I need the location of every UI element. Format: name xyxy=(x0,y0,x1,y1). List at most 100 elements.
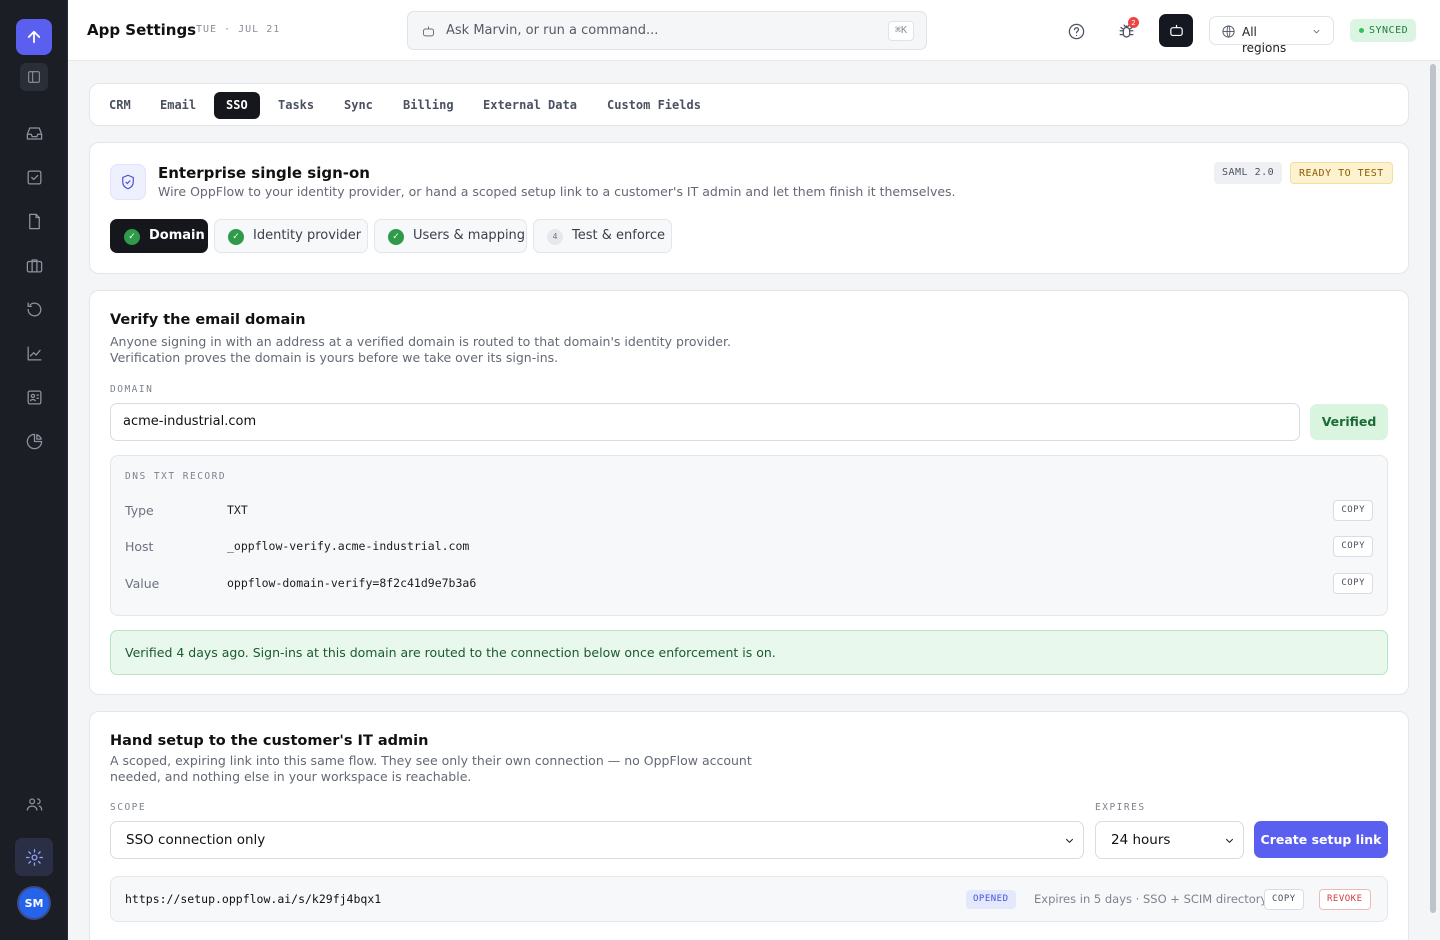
dns-panel-title: DNS TXT RECORD xyxy=(125,471,227,482)
history-icon xyxy=(27,302,41,316)
chevron-down-icon xyxy=(1065,838,1074,843)
robot-icon xyxy=(1169,24,1183,37)
sync-status-badge: SYNCED xyxy=(1350,19,1417,42)
verified-status-button[interactable]: Verified xyxy=(1310,404,1388,440)
sidebar: SM xyxy=(0,0,68,940)
handoff-card: Hand setup to the customer's IT admin A … xyxy=(89,711,1409,940)
sidebar-item-reports[interactable] xyxy=(18,425,50,457)
robot-icon xyxy=(423,26,434,37)
tab-sso[interactable]: SSO xyxy=(214,92,260,119)
sidebar-item-history[interactable] xyxy=(18,293,50,325)
scrollbar[interactable] xyxy=(1430,64,1436,913)
tab-custom-fields[interactable]: Custom Fields xyxy=(595,92,713,119)
search-shortcut: ⌘K xyxy=(887,21,914,41)
copy-value-button[interactable]: COPY xyxy=(1333,573,1373,594)
tab-crm[interactable]: CRM xyxy=(97,92,143,119)
sidebar-item-tasks[interactable] xyxy=(18,161,50,193)
sidebar-panel-icon xyxy=(28,71,40,83)
main-content: CRM Email SSO Tasks Sync Billing Externa… xyxy=(68,61,1440,940)
assistant-button[interactable] xyxy=(1159,14,1193,47)
scope-label: SCOPE xyxy=(110,802,147,813)
scope-value: SSO connection only xyxy=(126,832,266,848)
sidebar-item-companies[interactable] xyxy=(18,249,50,281)
create-setup-link-button[interactable]: Create setup link xyxy=(1254,821,1388,858)
region-label: All regions xyxy=(1242,25,1287,55)
check-icon: ✓ xyxy=(228,229,244,245)
step-label: Identity provider xyxy=(253,228,362,243)
copy-host-button[interactable]: COPY xyxy=(1333,536,1373,557)
step-domain[interactable]: ✓ Domain xyxy=(110,219,208,253)
search-input[interactable]: Ask Marvin, or run a command... ⌘K xyxy=(407,11,927,50)
avatar[interactable]: SM xyxy=(17,886,51,920)
dns-row-value: Value oppflow-domain-verify=8f2c41d9e7b3… xyxy=(125,573,1373,595)
setup-link-url[interactable]: https://setup.oppflow.ai/s/k29fj4bqx1 xyxy=(125,892,381,906)
domain-verification-card: Verify the email domain Anyone signing i… xyxy=(89,290,1409,695)
chevron-down-icon xyxy=(1313,29,1320,34)
link-expiry-details: Expires in 5 days · SSO + SCIM directory xyxy=(1034,892,1268,906)
collapse-sidebar-button[interactable] xyxy=(20,63,48,91)
sidebar-item-contacts[interactable] xyxy=(18,381,50,413)
tab-sync[interactable]: Sync xyxy=(332,92,385,119)
page-title: App Settings xyxy=(87,21,197,39)
step-number: 4 xyxy=(547,229,563,245)
tab-tasks[interactable]: Tasks xyxy=(266,92,326,119)
help-circle-icon xyxy=(1068,23,1084,39)
link-status-badge: OPENED xyxy=(966,890,1016,909)
gear-icon xyxy=(25,848,43,866)
globe-icon xyxy=(1222,25,1235,38)
expires-value: 24 hours xyxy=(1111,832,1171,848)
bug-report-button[interactable]: 2 xyxy=(1110,15,1142,47)
chevron-down-icon xyxy=(1225,838,1234,843)
dns-key: Value xyxy=(125,576,160,591)
tab-external-data[interactable]: External Data xyxy=(471,92,589,119)
sso-overview-card: Enterprise single sign-on Wire OppFlow t… xyxy=(89,142,1409,274)
protocol-badge: SAML 2.0 xyxy=(1214,162,1283,184)
sidebar-item-documents[interactable] xyxy=(18,205,50,237)
sidebar-item-analytics[interactable] xyxy=(18,337,50,369)
copy-link-button[interactable]: COPY xyxy=(1264,889,1304,910)
step-identity-provider[interactable]: ✓ Identity provider xyxy=(214,219,368,253)
dns-key: Host xyxy=(125,539,154,554)
pie-chart-icon xyxy=(26,433,42,449)
check-icon: ✓ xyxy=(124,229,140,245)
contact-card-icon xyxy=(27,390,41,404)
sidebar-item-team[interactable] xyxy=(18,788,50,820)
domain-input[interactable]: acme-industrial.com xyxy=(110,403,1300,441)
expires-select[interactable]: 24 hours xyxy=(1095,821,1244,859)
domain-description-1: Anyone signing in with an address at a v… xyxy=(110,334,731,349)
dns-row-host: Host _oppflow-verify.acme-industrial.com… xyxy=(125,536,1373,558)
step-test-enforce[interactable]: 4 Test & enforce xyxy=(533,219,672,253)
search-placeholder: Ask Marvin, or run a command... xyxy=(446,23,659,38)
dns-value: TXT xyxy=(227,503,248,517)
step-label: Users & mapping xyxy=(413,228,526,243)
copy-type-button[interactable]: COPY xyxy=(1333,500,1373,521)
verification-success-banner: Verified 4 days ago. Sign-ins at this do… xyxy=(110,630,1388,675)
sidebar-item-settings[interactable] xyxy=(15,838,53,876)
dns-key: Type xyxy=(125,503,154,518)
settings-tabs: CRM Email SSO Tasks Sync Billing Externa… xyxy=(89,83,1409,126)
tab-email[interactable]: Email xyxy=(148,92,208,119)
domain-description-2: Verification proves the domain is yours … xyxy=(110,350,559,365)
handoff-description-1: A scoped, expiring link into this same f… xyxy=(110,753,752,768)
revoke-link-button[interactable]: REVOKE xyxy=(1319,889,1371,910)
handoff-description-2: needed, and nothing else in your workspa… xyxy=(110,769,472,784)
shield-badge xyxy=(110,164,146,200)
bug-count-badge: 2 xyxy=(1128,17,1139,28)
dns-row-type: Type TXT COPY xyxy=(125,500,1373,522)
domain-field-label: DOMAIN xyxy=(110,384,154,395)
tab-billing[interactable]: Billing xyxy=(391,92,466,119)
arrow-up-icon xyxy=(27,30,41,44)
sidebar-item-inbox[interactable] xyxy=(18,117,50,149)
checkbox-icon xyxy=(27,170,41,184)
document-icon xyxy=(28,213,40,229)
help-button[interactable] xyxy=(1060,15,1092,47)
region-select[interactable]: All regions xyxy=(1209,16,1334,55)
app-logo[interactable] xyxy=(16,19,52,55)
top-bar: App Settings TUE · JUL 21 Ask Marvin, or… xyxy=(68,0,1440,61)
step-users-mapping[interactable]: ✓ Users & mapping xyxy=(374,219,527,253)
setup-link-row: https://setup.oppflow.ai/s/k29fj4bqx1 OP… xyxy=(110,876,1388,922)
handoff-title: Hand setup to the customer's IT admin xyxy=(110,733,429,749)
scope-select[interactable]: SSO connection only xyxy=(110,821,1084,859)
dns-value: _oppflow-verify.acme-industrial.com xyxy=(227,539,470,553)
current-date: TUE · JUL 21 xyxy=(196,24,281,35)
